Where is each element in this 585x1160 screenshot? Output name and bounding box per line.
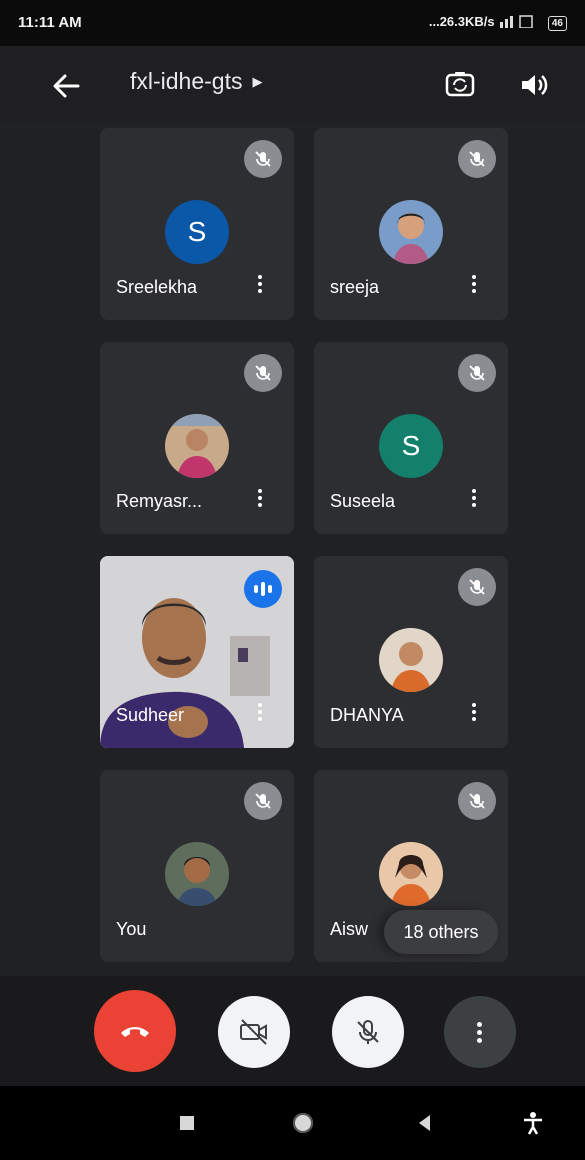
speaker-icon[interactable] [516,68,550,102]
participant-name: DHANYA [330,705,404,725]
meeting-top-bar: fxl-idhe-gts ▶ [0,46,585,122]
more-vert-icon [477,1019,483,1046]
participant-tile[interactable]: sreeja [314,128,508,320]
home-circle-icon[interactable] [290,1110,316,1136]
participant-name: Sreelekha [116,277,198,297]
mic-off-icon [244,782,282,820]
battery-indicator: 46 [547,16,567,31]
more-vert-icon[interactable] [468,272,480,300]
participant-name: sreeja [330,277,380,297]
mic-off-icon [244,140,282,178]
end-call-icon [121,1027,149,1037]
more-vert-icon[interactable] [254,486,266,514]
others-button[interactable]: 18 others [384,910,498,954]
participant-tile[interactable]: S Suseela [314,342,508,534]
participant-tile[interactable]: S Sreelekha [100,128,294,320]
avatar: S [379,414,443,478]
more-options-button[interactable] [444,996,516,1068]
avatar [165,842,229,906]
mic-off-icon [458,568,496,606]
mic-toggle-button[interactable] [332,996,404,1068]
avatar [379,200,443,264]
switch-camera-icon[interactable] [442,66,478,102]
participant-tile[interactable]: DHANYA [314,556,508,748]
mic-off-icon [357,1020,379,1044]
mic-off-icon [244,354,282,392]
mic-off-icon [458,782,496,820]
meeting-code-button[interactable]: fxl-idhe-gts ▶ [130,68,262,95]
call-controls [0,976,585,1086]
more-vert-icon[interactable] [468,700,480,728]
mic-off-icon [458,140,496,178]
participant-name: You [116,919,147,939]
more-vert-icon[interactable] [468,486,480,514]
status-bar: 11:11 AM ...26.3KB/s 46 [0,0,585,46]
participant-tile[interactable]: You [100,770,294,962]
signal-icon [500,15,533,29]
speaking-indicator-icon [244,570,282,608]
accessibility-icon[interactable] [520,1110,546,1136]
mic-off-icon [458,354,496,392]
network-speed: ...26.3KB/s [428,14,495,29]
avatar: S [165,200,229,264]
participant-name: Suseela [330,491,396,511]
participant-name: Remyasr... [116,491,203,511]
back-triangle-icon[interactable] [412,1110,438,1136]
recents-square-icon[interactable] [174,1110,200,1136]
system-nav-bar [0,1086,585,1160]
more-vert-icon[interactable] [254,700,266,728]
end-call-button[interactable] [94,990,176,1072]
status-time: 11:11 AM [18,14,82,31]
participant-name: Sudheer [116,705,185,725]
back-arrow-icon[interactable] [48,68,84,104]
chevron-right-icon: ▶ [252,73,263,89]
participant-name: Aisw [330,919,369,939]
participant-video-tile[interactable]: Sudheer [100,556,294,748]
status-indicators: ...26.3KB/s 46 [429,14,567,31]
avatar [379,628,443,692]
participant-tile[interactable]: Remyasr... [100,342,294,534]
avatar [379,842,443,906]
more-vert-icon[interactable] [254,272,266,300]
camera-off-icon [240,1019,267,1045]
avatar [165,414,229,478]
camera-toggle-button[interactable] [218,996,290,1068]
meeting-code: fxl-idhe-gts [130,68,243,94]
